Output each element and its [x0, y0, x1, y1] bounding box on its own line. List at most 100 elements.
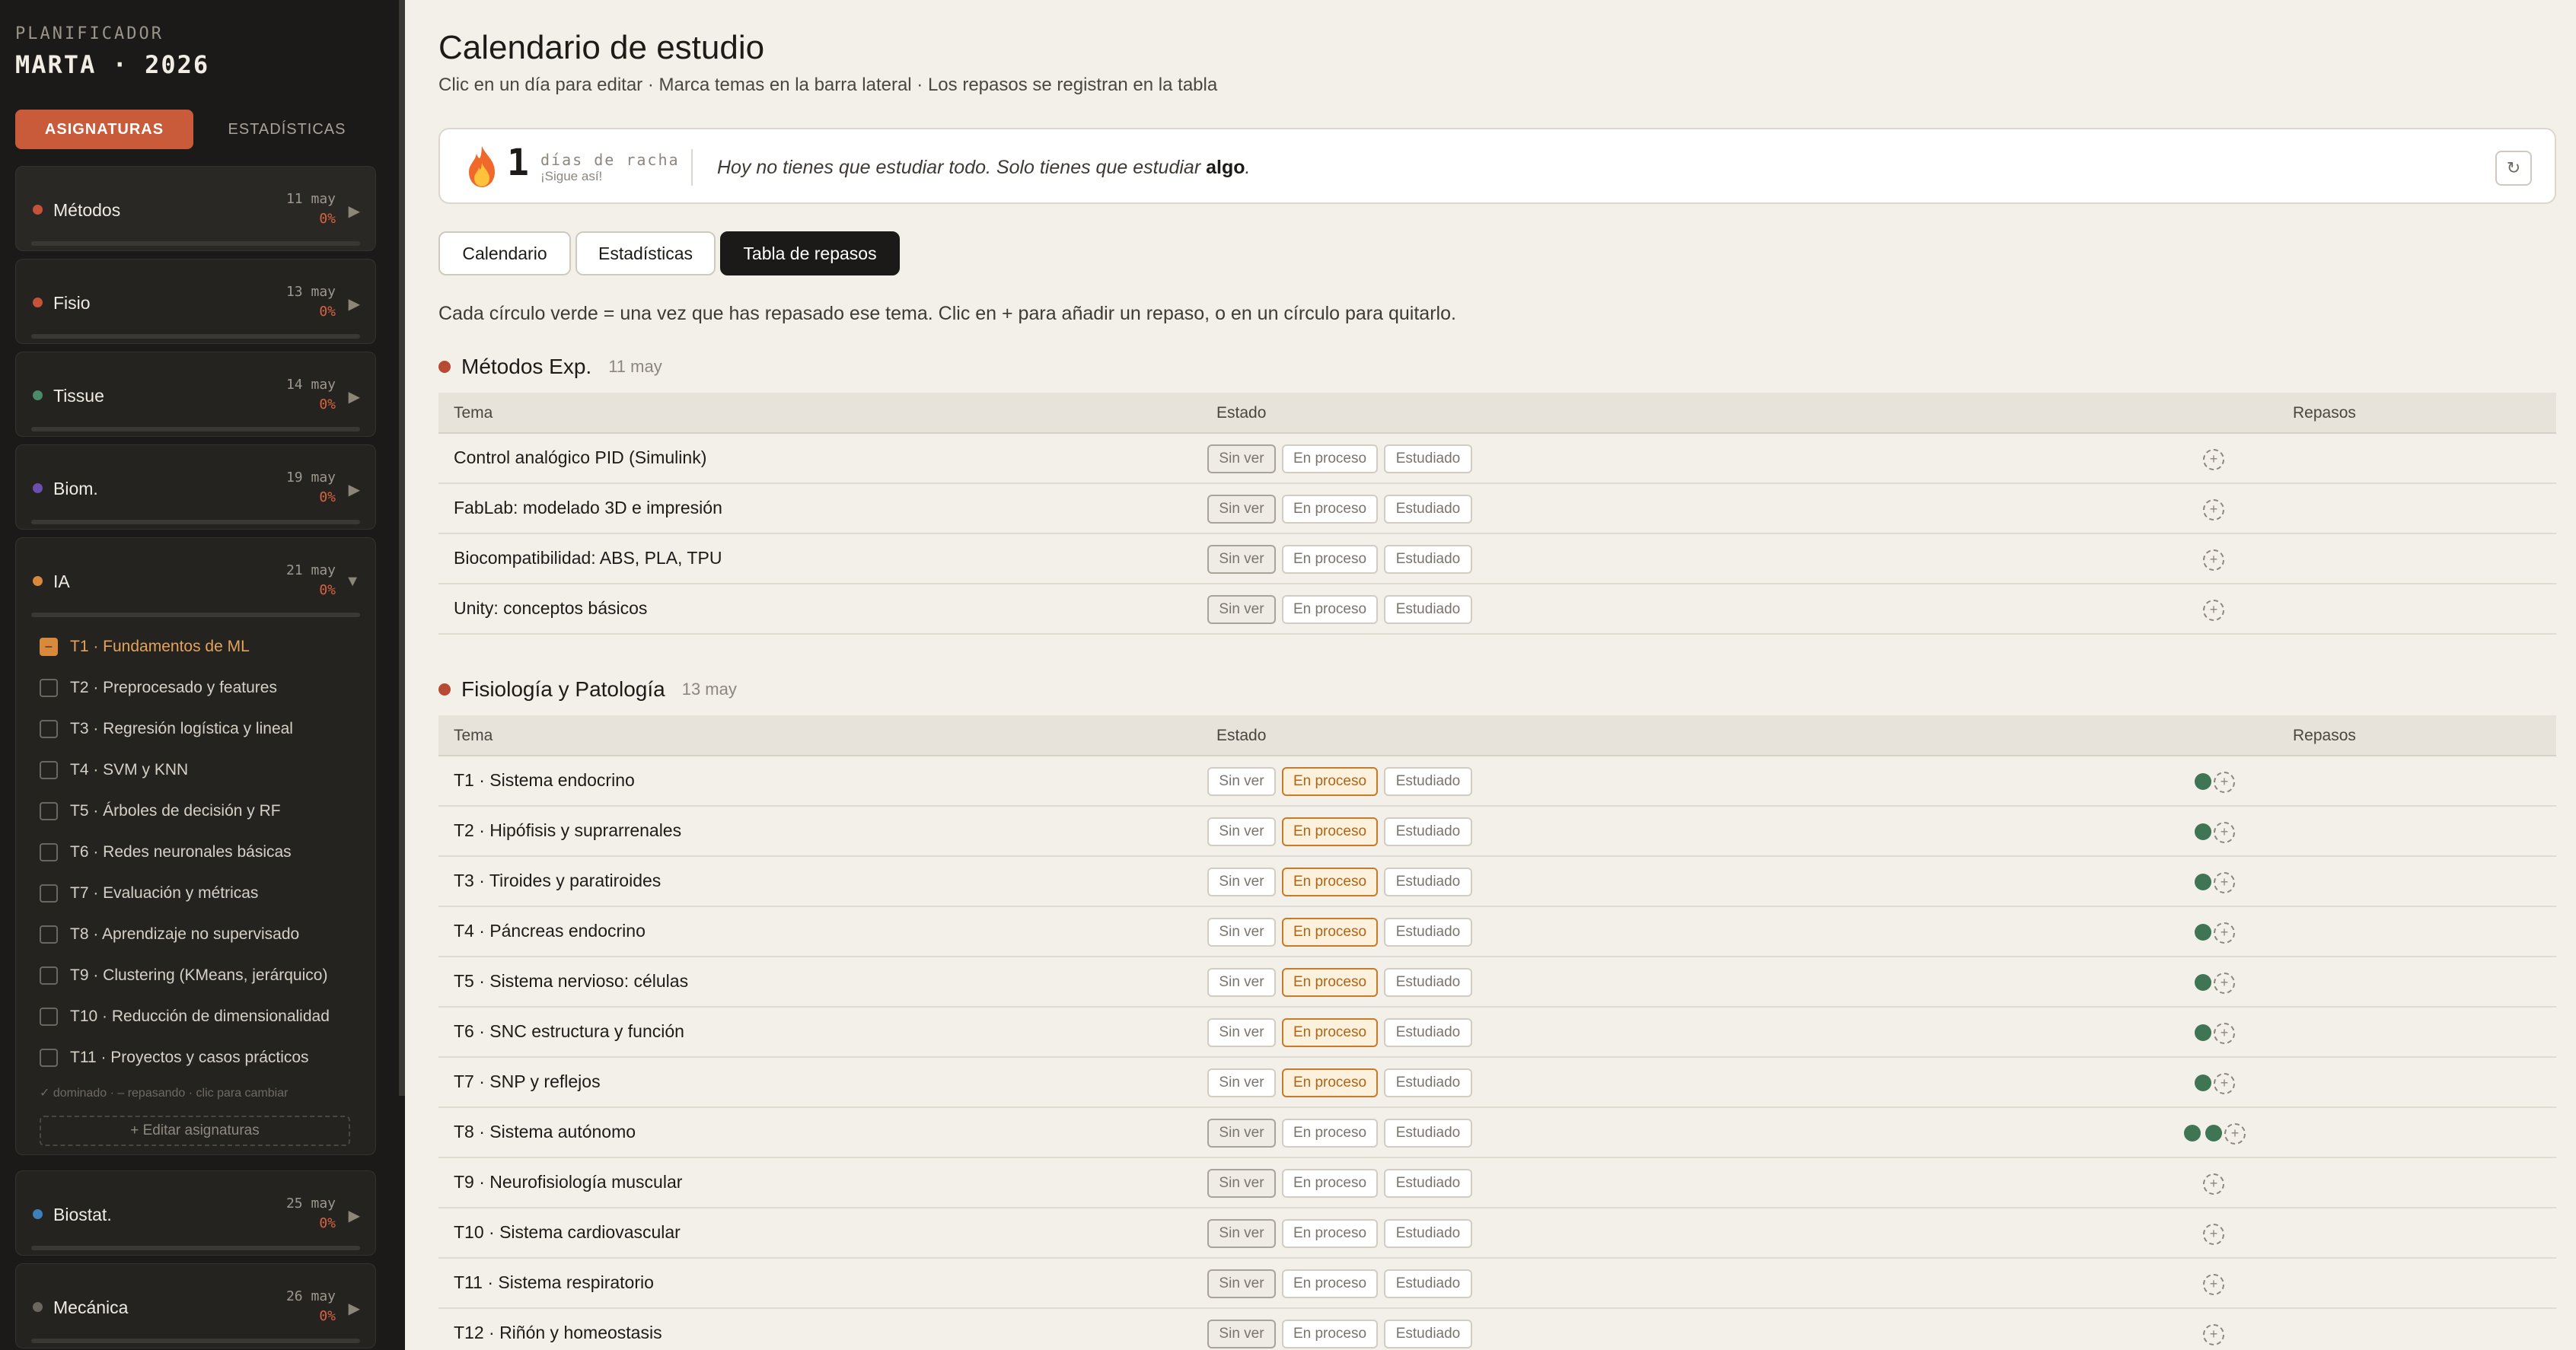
tab-tabla-repasos[interactable]: Tabla de repasos	[720, 231, 900, 275]
chevron-right-icon[interactable]: ▶	[349, 387, 360, 406]
topic-item[interactable]: – T1 · Fundamentos de ML	[40, 633, 250, 661]
status-en-proceso-button[interactable]: En proceso	[1282, 444, 1378, 473]
status-en-proceso-button[interactable]: En proceso	[1282, 1169, 1378, 1198]
topic-checkbox[interactable]	[40, 679, 58, 697]
status-en-proceso-button[interactable]: En proceso	[1282, 1320, 1378, 1348]
status-estudiado-button[interactable]: Estudiado	[1384, 868, 1472, 896]
status-sin-ver-button[interactable]: Sin ver	[1207, 918, 1276, 947]
subject-card[interactable]: Fisio 13 may 0% ▶	[15, 259, 376, 344]
status-sin-ver-button[interactable]: Sin ver	[1207, 1018, 1276, 1047]
edit-subjects-button[interactable]: + Editar asignaturas	[40, 1116, 350, 1146]
add-review-icon[interactable]: +	[2203, 449, 2224, 470]
status-estudiado-button[interactable]: Estudiado	[1384, 968, 1472, 997]
review-done-dot[interactable]	[2195, 1024, 2211, 1041]
status-sin-ver-button[interactable]: Sin ver	[1207, 545, 1276, 574]
status-en-proceso-button[interactable]: En proceso	[1282, 1219, 1378, 1248]
status-estudiado-button[interactable]: Estudiado	[1384, 1169, 1472, 1198]
status-sin-ver-button[interactable]: Sin ver	[1207, 1320, 1276, 1348]
add-review-icon[interactable]: +	[2214, 872, 2235, 893]
chevron-right-icon[interactable]: ▶	[349, 202, 360, 221]
sidebar-scrollbar[interactable]	[399, 0, 405, 1096]
status-en-proceso-button[interactable]: En proceso	[1282, 1269, 1378, 1298]
review-done-dot[interactable]	[2195, 874, 2211, 890]
status-sin-ver-button[interactable]: Sin ver	[1207, 817, 1276, 846]
topic-checkbox[interactable]	[40, 925, 58, 944]
status-en-proceso-button[interactable]: En proceso	[1282, 1018, 1378, 1047]
add-review-icon[interactable]: +	[2203, 499, 2224, 521]
add-review-icon[interactable]: +	[2214, 822, 2235, 843]
status-sin-ver-button[interactable]: Sin ver	[1207, 968, 1276, 997]
status-estudiado-button[interactable]: Estudiado	[1384, 1269, 1472, 1298]
status-estudiado-button[interactable]: Estudiado	[1384, 1119, 1472, 1148]
status-estudiado-button[interactable]: Estudiado	[1384, 545, 1472, 574]
add-review-icon[interactable]: +	[2203, 549, 2224, 571]
subject-card[interactable]: Métodos 11 may 0% ▶	[15, 166, 376, 251]
status-en-proceso-button[interactable]: En proceso	[1282, 595, 1378, 624]
topic-item[interactable]: T2 · Preprocesado y features	[40, 674, 277, 702]
chevron-right-icon[interactable]: ▶	[349, 295, 360, 314]
chevron-right-icon[interactable]: ▶	[349, 480, 360, 499]
add-review-icon[interactable]: +	[2203, 1173, 2224, 1195]
review-done-dot[interactable]	[2195, 823, 2211, 840]
topic-checkbox[interactable]: –	[40, 638, 58, 656]
status-sin-ver-button[interactable]: Sin ver	[1207, 1119, 1276, 1148]
review-done-dot[interactable]	[2195, 924, 2211, 941]
subject-card[interactable]: Mecánica 26 may 0% ▶	[15, 1263, 376, 1348]
add-review-icon[interactable]: +	[2203, 1324, 2224, 1345]
chevron-right-icon[interactable]: ▶	[349, 1299, 360, 1318]
status-en-proceso-button[interactable]: En proceso	[1282, 767, 1378, 796]
refresh-icon[interactable]: ↻	[2495, 151, 2532, 186]
topic-checkbox[interactable]	[40, 843, 58, 861]
status-sin-ver-button[interactable]: Sin ver	[1207, 868, 1276, 896]
status-en-proceso-button[interactable]: En proceso	[1282, 495, 1378, 524]
status-en-proceso-button[interactable]: En proceso	[1282, 1119, 1378, 1148]
tab-estadisticas[interactable]: Estadísticas	[575, 231, 716, 275]
review-done-dot[interactable]	[2195, 773, 2211, 790]
tab-calendario[interactable]: Calendario	[438, 231, 571, 275]
status-sin-ver-button[interactable]: Sin ver	[1207, 1269, 1276, 1298]
topic-item[interactable]: T10 · Reducción de dimensionalidad	[40, 1003, 330, 1030]
topic-item[interactable]: T9 · Clustering (KMeans, jerárquico)	[40, 962, 327, 989]
add-review-icon[interactable]: +	[2203, 600, 2224, 621]
topic-checkbox[interactable]	[40, 966, 58, 985]
tab-estadisticas-sidebar[interactable]: ESTADÍSTICAS	[198, 110, 376, 149]
review-done-dot[interactable]	[2184, 1125, 2201, 1141]
topic-checkbox[interactable]	[40, 884, 58, 903]
chevron-right-icon[interactable]: ▶	[349, 1206, 360, 1225]
topic-checkbox[interactable]	[40, 720, 58, 738]
status-estudiado-button[interactable]: Estudiado	[1384, 595, 1472, 624]
topic-item[interactable]: T11 · Proyectos y casos prácticos	[40, 1044, 309, 1071]
status-sin-ver-button[interactable]: Sin ver	[1207, 495, 1276, 524]
topic-item[interactable]: T5 · Árboles de decisión y RF	[40, 798, 281, 825]
status-estudiado-button[interactable]: Estudiado	[1384, 1219, 1472, 1248]
status-sin-ver-button[interactable]: Sin ver	[1207, 767, 1276, 796]
add-review-icon[interactable]: +	[2214, 1073, 2235, 1094]
status-en-proceso-button[interactable]: En proceso	[1282, 868, 1378, 896]
status-sin-ver-button[interactable]: Sin ver	[1207, 444, 1276, 473]
topic-checkbox[interactable]	[40, 802, 58, 820]
status-estudiado-button[interactable]: Estudiado	[1384, 495, 1472, 524]
status-en-proceso-button[interactable]: En proceso	[1282, 918, 1378, 947]
topic-item[interactable]: T7 · Evaluación y métricas	[40, 880, 258, 907]
topic-checkbox[interactable]	[40, 1008, 58, 1026]
status-en-proceso-button[interactable]: En proceso	[1282, 817, 1378, 846]
status-en-proceso-button[interactable]: En proceso	[1282, 968, 1378, 997]
subject-card[interactable]: Biostat. 25 may 0% ▶	[15, 1170, 376, 1256]
status-en-proceso-button[interactable]: En proceso	[1282, 1068, 1378, 1097]
topic-item[interactable]: T4 · SVM y KNN	[40, 756, 188, 784]
topic-item[interactable]: T8 · Aprendizaje no supervisado	[40, 921, 299, 948]
status-sin-ver-button[interactable]: Sin ver	[1207, 595, 1276, 624]
add-review-icon[interactable]: +	[2203, 1274, 2224, 1295]
subject-card[interactable]: Tissue 14 may 0% ▶	[15, 352, 376, 437]
status-estudiado-button[interactable]: Estudiado	[1384, 1068, 1472, 1097]
add-review-icon[interactable]: +	[2214, 973, 2235, 994]
tab-asignaturas[interactable]: ASIGNATURAS	[15, 110, 193, 149]
status-estudiado-button[interactable]: Estudiado	[1384, 444, 1472, 473]
review-done-dot[interactable]	[2195, 1075, 2211, 1091]
add-review-icon[interactable]: +	[2224, 1123, 2246, 1145]
add-review-icon[interactable]: +	[2203, 1224, 2224, 1245]
subject-card[interactable]: Biom. 19 may 0% ▶	[15, 444, 376, 530]
status-estudiado-button[interactable]: Estudiado	[1384, 918, 1472, 947]
topic-item[interactable]: T6 · Redes neuronales básicas	[40, 839, 292, 866]
topic-item[interactable]: T3 · Regresión logística y lineal	[40, 715, 293, 743]
